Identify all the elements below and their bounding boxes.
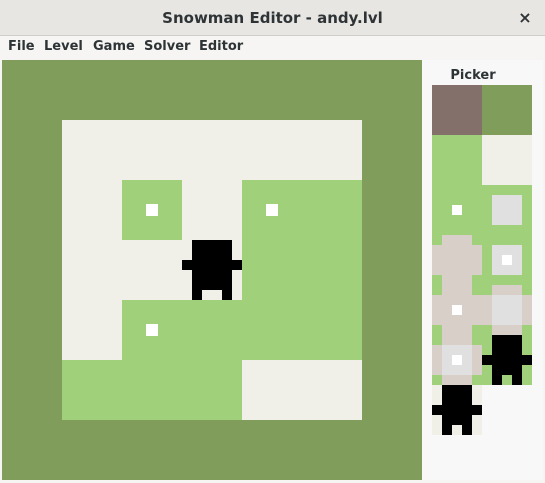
close-icon[interactable]: × bbox=[513, 6, 537, 30]
picker-wall-swatch[interactable] bbox=[482, 85, 532, 135]
menu-file[interactable]: File bbox=[8, 36, 35, 58]
menu-solver[interactable]: Solver bbox=[144, 36, 190, 58]
picker-small-snowball-on-grass[interactable] bbox=[432, 185, 482, 235]
picker-player-on-grass[interactable] bbox=[482, 335, 532, 385]
level-grid[interactable] bbox=[2, 60, 422, 480]
menu-game[interactable]: Game bbox=[93, 36, 135, 58]
picker-player-on-snow[interactable] bbox=[432, 385, 482, 435]
menu-bar: File Level Game Solver Editor bbox=[0, 36, 545, 58]
picker-mixed-stack-on-grass[interactable] bbox=[482, 285, 532, 335]
snow-region[interactable] bbox=[182, 180, 242, 240]
menu-level[interactable]: Level bbox=[44, 36, 83, 58]
player-icon[interactable] bbox=[182, 240, 242, 300]
picker-erase-swatch[interactable] bbox=[432, 85, 482, 135]
picker-title: Picker bbox=[450, 68, 496, 83]
grass-region[interactable] bbox=[62, 360, 242, 420]
picker-grass-swatch[interactable] bbox=[432, 135, 482, 185]
snowball-small[interactable] bbox=[146, 324, 158, 336]
picker-medium-snowball-on-grass[interactable] bbox=[482, 185, 532, 235]
snow-region[interactable] bbox=[242, 360, 362, 420]
grass-region[interactable] bbox=[242, 180, 362, 360]
snowball-small[interactable] bbox=[146, 204, 158, 216]
picker-large-snowball-on-grass[interactable] bbox=[432, 235, 482, 285]
picker-full-snowman-on-grass[interactable] bbox=[432, 335, 482, 385]
window-title: Snowman Editor - andy.lvl bbox=[162, 9, 383, 27]
title-bar: Snowman Editor - andy.lvl × bbox=[0, 0, 545, 36]
picker-snowball-stack-on-grass[interactable] bbox=[482, 235, 532, 285]
picker-snow-swatch[interactable] bbox=[482, 135, 532, 185]
snow-region[interactable] bbox=[62, 120, 362, 180]
snow-region[interactable] bbox=[62, 180, 122, 360]
picker-two-stack-on-grass[interactable] bbox=[432, 285, 482, 335]
grass-region[interactable] bbox=[122, 300, 242, 360]
snowball-small[interactable] bbox=[266, 204, 278, 216]
menu-editor[interactable]: Editor bbox=[199, 36, 243, 58]
